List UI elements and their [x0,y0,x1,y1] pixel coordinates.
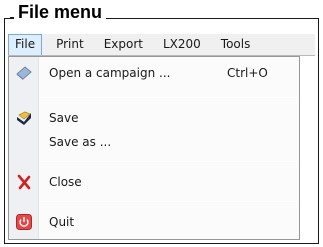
menu-lx200[interactable]: LX200 [157,34,207,55]
menu-item-label: Save [49,111,79,125]
menu-separator [41,201,297,202]
menu-item-label: Quit [49,215,75,229]
open-campaign-icon [13,63,35,83]
close-icon [13,172,35,192]
menu-separator [41,161,297,162]
menu-item-shortcut: Ctrl+O [227,66,268,80]
menu-item-label: Open a campaign ... [49,66,171,80]
menu-item-quit[interactable]: Quit [9,210,299,234]
file-dropdown-menu: Open a campaign ... Ctrl+O Save Save as … [8,56,300,240]
menu-print[interactable]: Print [50,34,90,55]
menu-item-save[interactable]: Save [9,106,299,130]
save-icon [13,108,35,128]
menu-tools[interactable]: Tools [215,34,257,55]
quit-icon [13,212,35,232]
menu-file[interactable]: File [8,34,43,55]
menu-item-label: Save as ... [49,135,112,149]
menu-item-open-campaign[interactable]: Open a campaign ... Ctrl+O [9,61,299,85]
figure-caption: File menu [14,2,107,22]
menu-export[interactable]: Export [98,34,149,55]
menu-separator [41,97,297,98]
menu-item-label: Close [49,175,82,189]
menu-bar: File Print Export LX200 Tools [8,34,315,56]
menu-item-close[interactable]: Close [9,170,299,194]
menu-item-save-as[interactable]: Save as ... [9,130,299,154]
